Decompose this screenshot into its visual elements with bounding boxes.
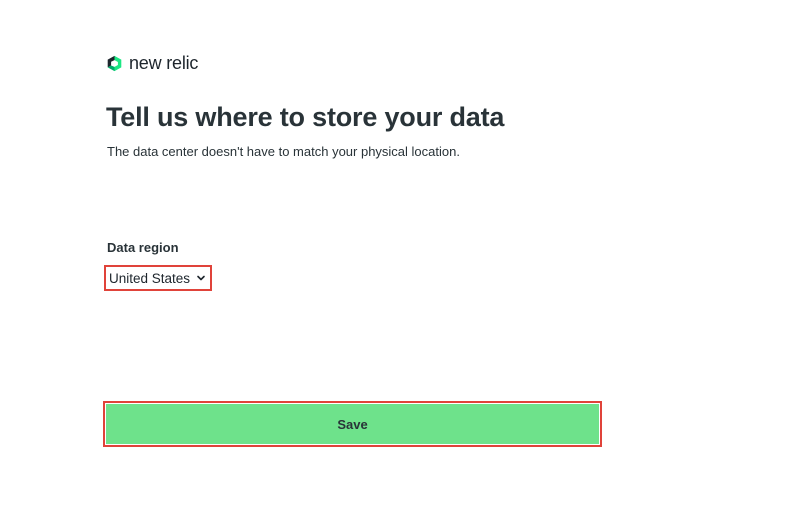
new-relic-logo-icon — [106, 55, 123, 72]
data-region-dropdown[interactable]: United States — [104, 265, 212, 291]
data-region-label: Data region — [107, 240, 179, 255]
brand-name: new relic — [129, 53, 199, 73]
data-region-page: new relic Tell us where to store your da… — [0, 0, 800, 509]
new-relic-logo: new relic — [106, 53, 198, 74]
page-title: Tell us where to store your data — [106, 102, 505, 132]
save-button-outline: Save — [103, 401, 602, 447]
save-button[interactable]: Save — [106, 404, 599, 444]
data-region-selected-value: United States — [109, 270, 191, 286]
chevron-down-icon — [196, 273, 206, 283]
page-subtitle: The data center doesn't have to match yo… — [107, 144, 460, 159]
